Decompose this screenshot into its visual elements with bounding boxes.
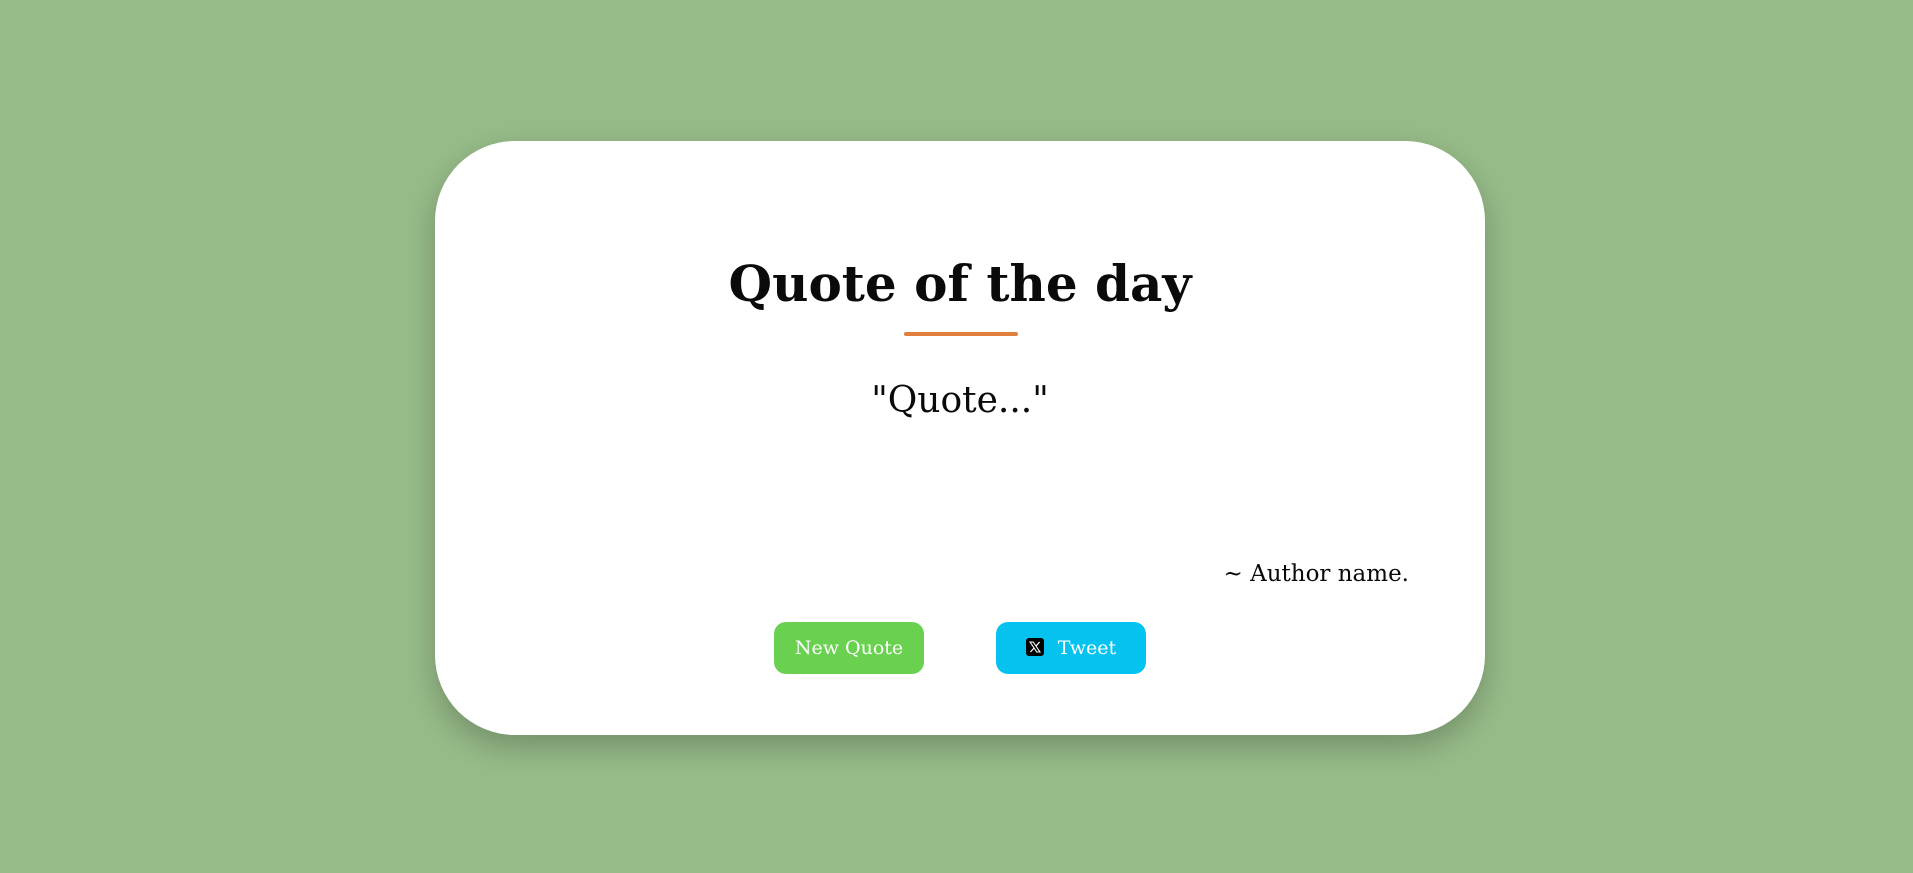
new-quote-label: New Quote [794,637,904,659]
quote-card: Quote of the day "Quote..." ~ Author nam… [435,141,1485,735]
author-name: ~ Author name. [1223,561,1409,587]
page-title: Quote of the day [728,254,1192,313]
tweet-label: Tweet [1057,637,1117,659]
quote-text: "Quote..." [871,380,1049,421]
title-underline [904,332,1018,336]
x-logo-icon [1025,637,1044,656]
tweet-button[interactable]: Tweet [996,622,1146,674]
new-quote-button[interactable]: New Quote [774,622,924,674]
